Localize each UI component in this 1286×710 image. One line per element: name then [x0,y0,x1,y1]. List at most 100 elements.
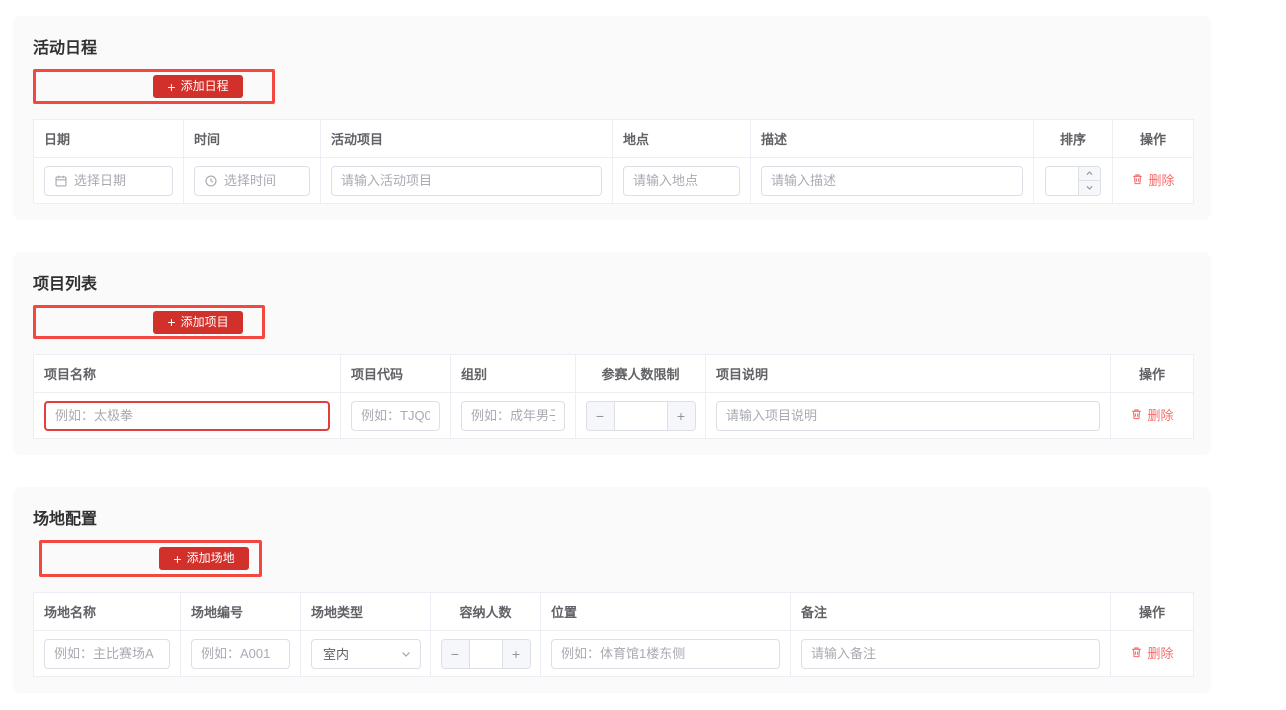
section-activity-schedule: 活动日程 + 添加日程 日期 时间 活动项目 地点 描述 排序 操作 [13,16,1211,220]
activity-field[interactable] [331,166,602,196]
venue-input-row: 室内 − + [34,631,1194,677]
decrease-button[interactable]: − [587,402,615,430]
col-header-capacity: 容纳人数 [431,593,541,631]
col-header-group: 组别 [451,355,576,393]
schedule-header-row: 日期 时间 活动项目 地点 描述 排序 操作 [34,120,1194,158]
col-header-venue-name: 场地名称 [34,593,181,631]
clock-icon [204,174,218,188]
project-name-field[interactable] [44,401,330,431]
col-header-project-name: 项目名称 [34,355,341,393]
position-input[interactable] [561,646,770,661]
annotation-highlight-add-venue: + 添加场地 [39,540,262,577]
venue-code-input[interactable] [201,646,280,661]
capacity-input[interactable] [470,640,502,668]
delete-schedule-button[interactable]: 删除 [1131,170,1174,189]
venue-table: 场地名称 场地编号 场地类型 容纳人数 位置 备注 操作 [33,592,1194,677]
project-desc-input[interactable] [726,408,1090,423]
project-code-field[interactable] [351,401,440,431]
group-input[interactable] [471,408,555,423]
col-header-project-code: 项目代码 [341,355,451,393]
page: 活动日程 + 添加日程 日期 时间 活动项目 地点 描述 排序 操作 [0,0,1286,693]
plus-icon: + [167,315,175,329]
section-title-project-list: 项目列表 [33,274,1191,296]
location-input[interactable] [633,173,730,188]
trash-icon [1131,172,1144,186]
project-name-input[interactable] [55,408,319,423]
trash-icon [1130,645,1143,659]
col-header-note: 备注 [791,593,1111,631]
description-field[interactable] [761,166,1023,196]
col-header-actions: 操作 [1113,120,1194,158]
capacity-stepper[interactable]: − + [441,639,531,669]
annotation-highlight-add-project: + 添加项目 [33,305,265,339]
add-project-button-label: 添加项目 [181,311,229,334]
date-input[interactable] [74,173,163,188]
plus-icon: + [167,80,175,94]
col-header-venue-type: 场地类型 [301,593,431,631]
plus-icon: + [173,552,181,566]
col-header-date: 日期 [34,120,184,158]
section-project-list: 项目列表 + 添加项目 项目名称 项目代码 组别 参赛人数限制 项目说明 操作 [13,252,1211,455]
venue-code-field[interactable] [191,639,290,669]
col-header-position: 位置 [541,593,791,631]
description-input[interactable] [771,173,1013,188]
increase-button[interactable]: + [502,640,530,668]
venue-name-field[interactable] [44,639,170,669]
section-venue-config: 场地配置 + 添加场地 场地名称 场地编号 场地类型 容纳人数 位置 备注 操作 [13,487,1211,693]
project-header-row: 项目名称 项目代码 组别 参赛人数限制 项目说明 操作 [34,355,1194,393]
venue-type-select[interactable]: 室内 [311,639,421,669]
note-field[interactable] [801,639,1100,669]
add-project-button[interactable]: + 添加项目 [153,311,243,334]
col-header-time: 时间 [184,120,321,158]
add-schedule-button[interactable]: + 添加日程 [153,75,243,98]
sort-number-spinner[interactable] [1045,166,1101,196]
date-picker-field[interactable] [44,166,173,196]
schedule-table: 日期 时间 活动项目 地点 描述 排序 操作 [33,119,1194,204]
chevron-down-icon [400,648,412,660]
group-field[interactable] [461,401,565,431]
calendar-icon [54,174,68,188]
participant-limit-input[interactable] [615,402,667,430]
project-code-input[interactable] [361,408,430,423]
spinner-controls [1078,167,1100,195]
col-header-project-desc: 项目说明 [706,355,1111,393]
add-venue-button[interactable]: + 添加场地 [159,547,249,570]
location-field[interactable] [623,166,740,196]
schedule-input-row: 删除 [34,158,1194,204]
venue-name-input[interactable] [54,646,160,661]
participant-limit-stepper[interactable]: − + [586,401,696,431]
section-title-venue-config: 场地配置 [33,509,1191,531]
chevron-down-icon [1085,183,1094,192]
col-header-participant-limit: 参赛人数限制 [576,355,706,393]
col-header-sort: 排序 [1034,120,1113,158]
venue-header-row: 场地名称 场地编号 场地类型 容纳人数 位置 备注 操作 [34,593,1194,631]
chevron-up-icon [1085,169,1094,178]
delete-venue-button[interactable]: 删除 [1130,643,1173,662]
project-table: 项目名称 项目代码 组别 参赛人数限制 项目说明 操作 [33,354,1194,439]
col-header-venue-code: 场地编号 [181,593,301,631]
spinner-decrease-button[interactable] [1079,180,1100,195]
sort-input[interactable] [1046,167,1078,195]
section-title-activity-schedule: 活动日程 [33,38,1191,60]
annotation-highlight-add-schedule: + 添加日程 [33,69,275,104]
increase-button[interactable]: + [667,402,695,430]
trash-icon [1130,407,1143,421]
time-input[interactable] [224,173,300,188]
delete-label: 删除 [1147,643,1173,662]
add-venue-button-label: 添加场地 [187,547,235,570]
col-header-location: 地点 [613,120,751,158]
spinner-increase-button[interactable] [1079,167,1100,181]
position-field[interactable] [551,639,780,669]
venue-type-selected-value: 室内 [323,644,400,663]
delete-project-button[interactable]: 删除 [1130,405,1173,424]
col-header-actions: 操作 [1111,593,1194,631]
project-input-row: − + 删除 [34,393,1194,439]
col-header-actions: 操作 [1111,355,1194,393]
delete-label: 删除 [1147,405,1173,424]
note-input[interactable] [811,646,1090,661]
time-picker-field[interactable] [194,166,310,196]
project-desc-field[interactable] [716,401,1100,431]
col-header-description: 描述 [751,120,1034,158]
decrease-button[interactable]: − [442,640,470,668]
activity-input[interactable] [341,173,592,188]
